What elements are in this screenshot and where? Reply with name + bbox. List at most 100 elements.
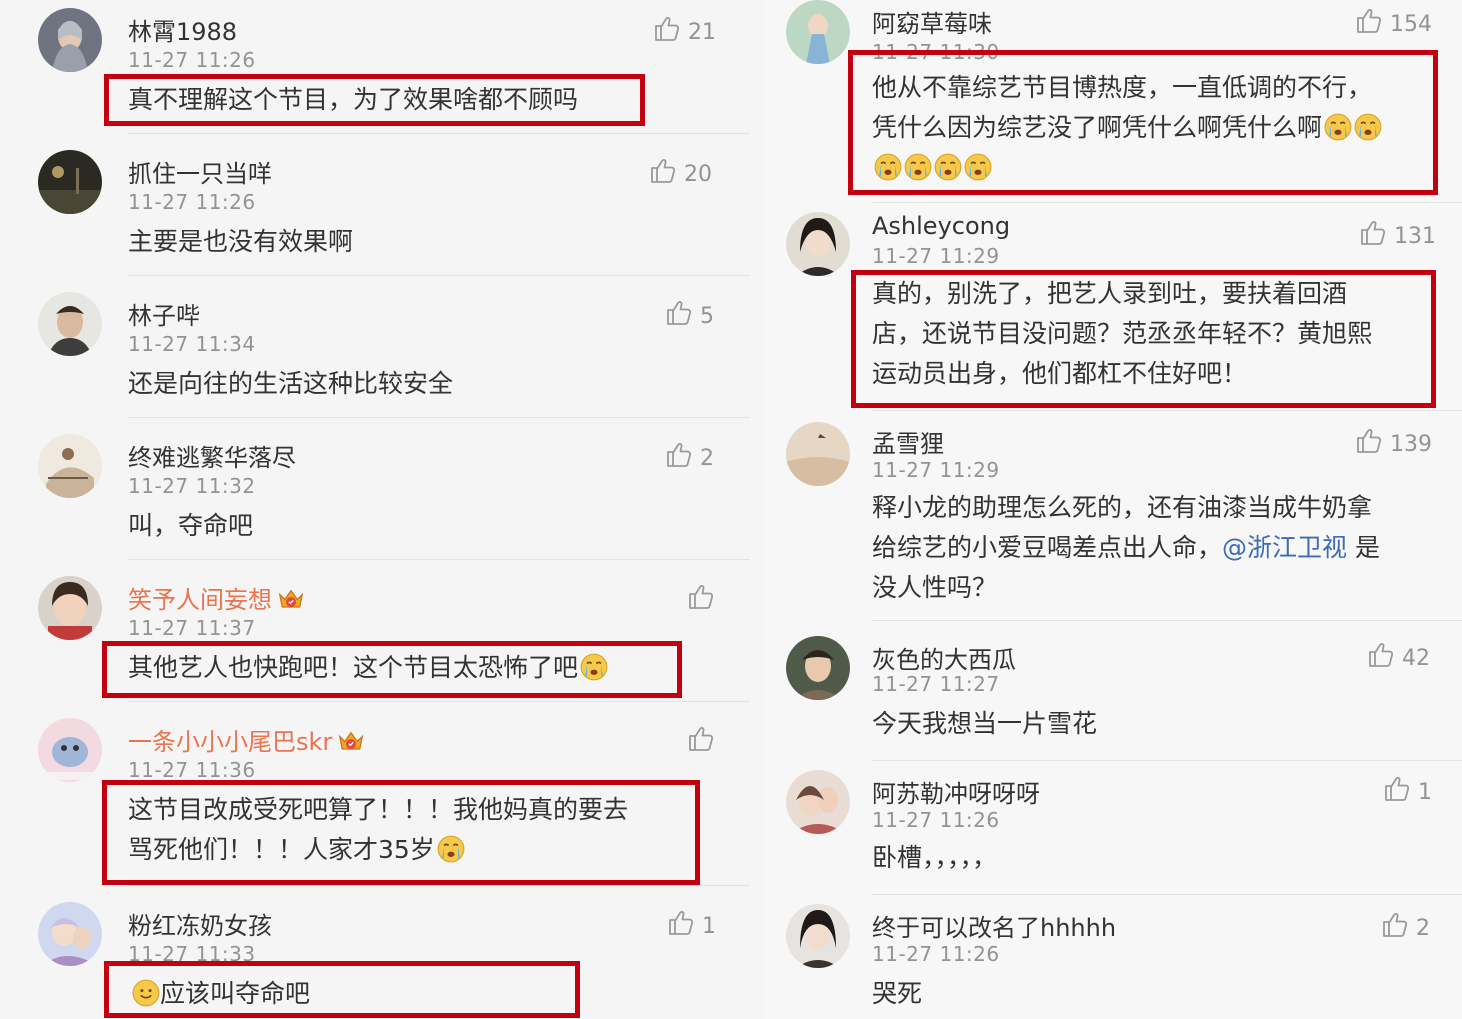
like-button[interactable] — [686, 582, 722, 613]
divider — [128, 133, 750, 134]
comment-text: 今天我想当一片雪花 — [872, 709, 1098, 738]
thumbs-up-icon — [655, 17, 680, 41]
comment-line-text: 是 — [1347, 533, 1380, 562]
timestamp: 11-27 11:37 — [128, 616, 256, 640]
like-count: 131 — [1394, 224, 1436, 249]
like-button[interactable] — [686, 724, 722, 755]
like-button[interactable]: 131 — [1358, 218, 1436, 249]
comment-line: 释小龙的助理怎么死的，还有油漆当成牛奶拿 — [872, 493, 1373, 522]
comment-item: 林子哔 11-27 11:34 5 还是向往的生活这种比较安全 — [0, 284, 760, 418]
avatar[interactable] — [38, 434, 102, 498]
avatar[interactable] — [786, 636, 850, 700]
highlight-box — [851, 270, 1436, 408]
avatar[interactable] — [38, 8, 102, 72]
highlight-box — [102, 780, 700, 885]
avatar[interactable] — [38, 576, 102, 640]
divider — [872, 894, 1462, 895]
like-button[interactable]: 154 — [1354, 6, 1432, 37]
thumbs-up-icon — [1357, 9, 1382, 33]
comment-text: 卧槽，，，，， — [872, 843, 998, 872]
thumbs-up-icon — [667, 301, 692, 325]
timestamp: 11-27 11:26 — [872, 808, 1000, 832]
avatar[interactable] — [786, 212, 850, 276]
like-count: 139 — [1390, 432, 1432, 457]
avatar[interactable] — [38, 292, 102, 356]
username[interactable]: 阿苏勒冲呀呀呀 — [872, 774, 1040, 809]
like-button[interactable]: 20 — [648, 156, 712, 187]
comment-item: 孟雪狸 11-27 11:29 139 释小龙的助理怎么死的，还有油漆当成牛奶拿… — [764, 418, 1462, 618]
thumbs-up-icon — [689, 585, 714, 609]
avatar[interactable] — [38, 718, 102, 782]
like-button[interactable]: 139 — [1354, 426, 1432, 457]
like-button[interactable]: 1 — [1382, 774, 1432, 805]
thumbs-up-icon — [669, 911, 694, 935]
username[interactable]: Ashleycong — [872, 212, 1010, 240]
highlight-box — [104, 74, 645, 126]
thumbs-up-icon — [1385, 777, 1410, 801]
username[interactable]: 粉红冻奶女孩 — [128, 906, 272, 941]
like-count: 154 — [1390, 12, 1432, 37]
timestamp: 11-27 11:32 — [128, 474, 256, 498]
username-text: 笑予人间妄想 — [128, 586, 272, 614]
divider — [128, 701, 750, 702]
like-count: 2 — [700, 446, 714, 471]
highlight-box — [104, 961, 580, 1018]
divider — [128, 275, 750, 276]
thumbs-up-icon — [651, 159, 676, 183]
like-count: 2 — [1416, 916, 1430, 941]
like-button[interactable]: 21 — [652, 14, 716, 45]
timestamp: 11-27 11:26 — [128, 48, 256, 72]
comment-item: 抓住一只当咩 11-27 11:26 20 主要是也没有效果啊 — [0, 142, 760, 276]
avatar[interactable] — [38, 150, 102, 214]
username[interactable]: 一条小小小尾巴skr — [128, 722, 366, 757]
thumbs-up-icon — [1357, 429, 1382, 453]
username[interactable]: 灰色的大西瓜 — [872, 640, 1016, 675]
like-button[interactable]: 1 — [666, 908, 716, 939]
like-button[interactable]: 2 — [664, 440, 714, 471]
timestamp: 11-27 11:34 — [128, 332, 256, 356]
divider — [872, 760, 1462, 761]
like-count: 5 — [700, 304, 714, 329]
comment-text: 还是向往的生活这种比较安全 — [128, 369, 454, 398]
timestamp: 11-27 11:26 — [872, 942, 1000, 966]
like-button[interactable]: 2 — [1380, 910, 1430, 941]
comment-item: 终于可以改名了hhhhh 11-27 11:26 2 哭死 — [764, 902, 1462, 1019]
highlight-box — [848, 50, 1438, 195]
divider — [128, 559, 750, 560]
mention-link[interactable]: @浙江卫视 — [1222, 533, 1347, 562]
thumbs-up-icon — [689, 727, 714, 751]
username[interactable]: 抓住一只当咩 — [128, 154, 272, 189]
username[interactable]: 终难逃繁华落尽 — [128, 438, 296, 473]
thumbs-up-icon — [1361, 221, 1386, 245]
like-count: 20 — [684, 162, 712, 187]
username[interactable]: 笑予人间妄想 — [128, 580, 306, 615]
divider — [872, 410, 1462, 411]
like-count: 1 — [1418, 780, 1432, 805]
like-button[interactable]: 42 — [1366, 640, 1430, 671]
avatar[interactable] — [786, 904, 850, 968]
comment-item: 灰色的大西瓜 11-27 11:27 42 今天我想当一片雪花 — [764, 630, 1462, 764]
like-button[interactable]: 5 — [664, 298, 714, 329]
divider — [872, 202, 1462, 203]
timestamp: 11-27 11:36 — [128, 758, 256, 782]
avatar[interactable] — [38, 902, 102, 966]
comment-line-text: 给综艺的小爱豆喝差点出人命， — [872, 533, 1223, 562]
username[interactable]: 孟雪狸 — [872, 424, 944, 459]
crown-badge-icon — [339, 732, 364, 750]
username[interactable]: 终于可以改名了hhhhh — [872, 908, 1116, 943]
divider — [872, 620, 1462, 621]
avatar[interactable] — [786, 422, 850, 486]
timestamp: 11-27 11:29 — [872, 458, 1000, 482]
username[interactable]: 林子哔 — [128, 296, 200, 331]
thumbs-up-icon — [1369, 643, 1394, 667]
comment-text: 叫，夺命吧 — [128, 511, 254, 540]
avatar[interactable] — [786, 0, 850, 64]
username[interactable]: 林霄1988 — [128, 12, 237, 47]
comment-line: 没人性吗？ — [872, 573, 998, 602]
username[interactable]: 阿窈草莓味 — [872, 4, 992, 39]
divider — [128, 417, 750, 418]
comment-text: 哭死 — [872, 979, 923, 1008]
crown-badge-icon — [279, 590, 303, 608]
like-count: 1 — [702, 914, 716, 939]
avatar[interactable] — [786, 770, 850, 834]
